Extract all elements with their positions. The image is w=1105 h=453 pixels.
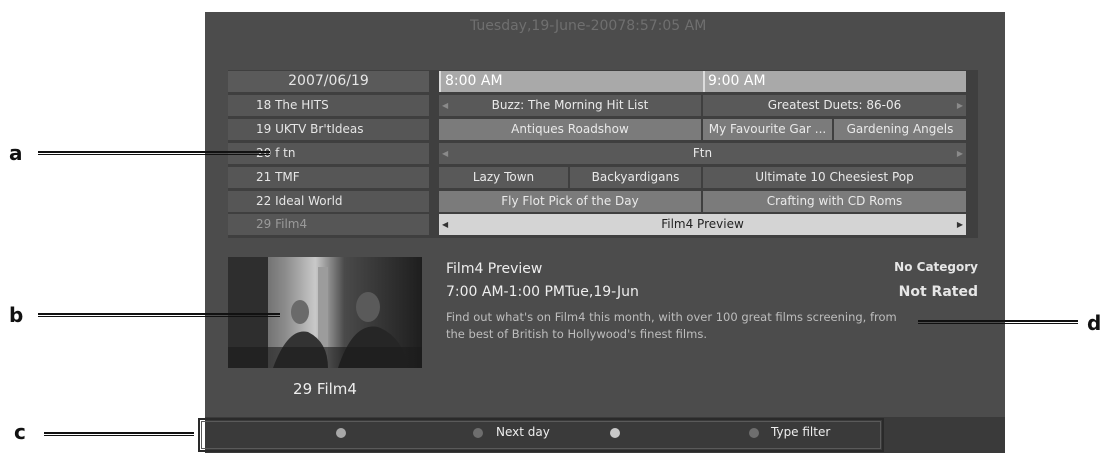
timeline-time: 8:00 AM [445, 73, 503, 89]
programme-title: My Favourite Gar ... [708, 122, 827, 136]
preview-channel-label: 29 Film4 [293, 380, 357, 398]
programme-detail-title: Film4 Preview [446, 261, 543, 277]
programme-title: Greatest Duets: 86-06 [767, 98, 902, 112]
scroll-right-icon: ▶ [956, 149, 963, 158]
callout-c-leader [44, 432, 194, 434]
callout-d-leader [918, 320, 1078, 322]
channel-row-selected[interactable]: 29 Film4 [228, 214, 429, 235]
channel-row[interactable]: 22 Ideal World [228, 191, 429, 212]
callout-b-label: b [9, 303, 24, 327]
programme-title: Ftn [692, 146, 713, 160]
callout-d-label: d [1087, 311, 1102, 335]
programme-cell[interactable]: Gardening Angels [834, 119, 966, 140]
programme-title: Backyardigans [591, 170, 680, 184]
programme-title: Gardening Angels [846, 122, 954, 136]
programme-title: Ultimate 10 Cheesiest Pop [755, 170, 914, 184]
programme-rating: Not Rated [898, 284, 978, 300]
timeline-tick [703, 71, 705, 92]
callout-c-label: c [14, 420, 26, 444]
programme-title: Lazy Town [472, 170, 535, 184]
next-day-button[interactable]: Next day [496, 425, 550, 439]
programme-title: Film4 Preview [661, 217, 744, 231]
channel-row[interactable]: 21 TMF [228, 167, 429, 188]
programme-cell[interactable]: ◀ Ftn ▶ [439, 143, 966, 164]
programme-cell[interactable]: Greatest Duets: 86-06 ▶ [703, 95, 966, 116]
current-datetime: Tuesday,19-June-20078:57:05 AM [470, 18, 707, 34]
channel-row[interactable]: 18 The HITS [228, 95, 429, 116]
color-key-4-icon[interactable] [749, 428, 759, 438]
programme-cell[interactable]: My Favourite Gar ... [703, 119, 832, 140]
programme-title: Fly Flot Pick of the Day [501, 194, 639, 208]
scroll-left-icon: ◀ [442, 101, 449, 110]
programme-category: No Category [894, 260, 978, 274]
callout-c-leader [44, 435, 194, 436]
callout-b-leader [38, 316, 280, 317]
scroll-right-icon: ▶ [956, 101, 963, 110]
channel-row[interactable]: 19 UKTV Br'tIdeas [228, 119, 429, 140]
scroll-right-icon: ▶ [956, 220, 963, 229]
color-key-1-button[interactable] [336, 428, 346, 438]
type-filter-button[interactable]: Type filter [771, 425, 830, 439]
programme-cell[interactable]: Crafting with CD Roms [703, 191, 966, 212]
programme-title: Antiques Roadshow [511, 122, 629, 136]
callout-a-leader [38, 154, 270, 155]
programme-cell-selected[interactable]: ◀ Film4 Preview ▶ [439, 214, 966, 235]
timeline-header: 8:00 AM 9:00 AM [439, 71, 966, 92]
timeline-tick [439, 71, 441, 92]
programme-detail-description: Find out what's on Film4 this month, wit… [446, 310, 897, 341]
guide-date: 2007/06/19 [228, 71, 429, 92]
programme-cell[interactable]: Backyardigans [570, 167, 701, 188]
programme-cell[interactable]: Antiques Roadshow [439, 119, 701, 140]
programme-title: Buzz: The Morning Hit List [491, 98, 649, 112]
scroll-left-icon: ◀ [442, 149, 449, 158]
programme-cell[interactable]: Lazy Town [439, 167, 568, 188]
timeline-time: 9:00 AM [708, 73, 766, 89]
programme-detail-time: 7:00 AM-1:00 PMTue,19-Jun [446, 284, 639, 300]
programme-cell[interactable]: ◀ Buzz: The Morning Hit List [439, 95, 701, 116]
programme-cell[interactable]: Ultimate 10 Cheesiest Pop [703, 167, 966, 188]
callout-a-label: a [9, 141, 23, 165]
callout-a-leader [38, 151, 270, 153]
callout-d-leader [918, 323, 1078, 324]
scroll-left-icon: ◀ [442, 220, 449, 229]
callout-b-leader [38, 313, 280, 315]
programme-cell[interactable]: Fly Flot Pick of the Day [439, 191, 701, 212]
color-key-3-button[interactable] [610, 428, 620, 438]
programme-title: Crafting with CD Roms [766, 194, 903, 208]
color-key-2-icon[interactable] [473, 428, 483, 438]
